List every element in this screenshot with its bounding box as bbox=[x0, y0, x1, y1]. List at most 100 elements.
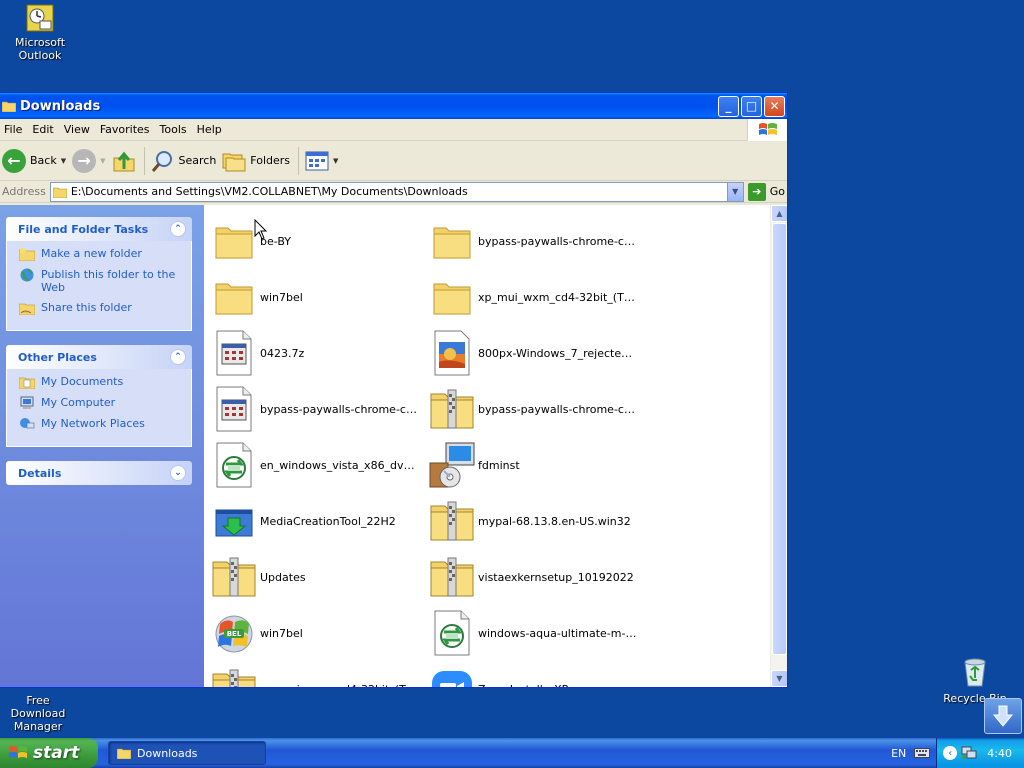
show-hidden-icons-button[interactable]: ‹ bbox=[943, 746, 958, 760]
network-places-icon bbox=[20, 418, 35, 429]
address-dropdown-button[interactable]: ▼ bbox=[726, 182, 743, 201]
dropdown-arrow-icon[interactable]: ▼ bbox=[61, 157, 66, 165]
desktop-icon-fdm[interactable]: Free Download Manager bbox=[0, 694, 78, 733]
menu-edit[interactable]: Edit bbox=[28, 123, 59, 136]
menu-file[interactable]: File bbox=[0, 123, 28, 136]
desktop-icon-outlook[interactable]: Microsoft Outlook bbox=[0, 4, 80, 62]
language-indicator[interactable]: EN bbox=[891, 747, 906, 760]
back-button[interactable]: ← Back ▼ bbox=[2, 148, 66, 173]
expand-chevron-icon[interactable]: ⌄ bbox=[170, 465, 186, 481]
close-button[interactable]: ✕ bbox=[764, 95, 785, 117]
folder-icon bbox=[428, 273, 476, 321]
folder-icon bbox=[117, 748, 131, 759]
views-icon bbox=[305, 151, 329, 170]
file-item[interactable]: xp_mui_wxm_cd4-32bit_(TR-... bbox=[428, 269, 646, 325]
panel-header[interactable]: Other Places ⌃ bbox=[6, 345, 192, 369]
go-label: Go bbox=[769, 185, 785, 198]
file-grid: be-BY bypass-paywalls-chrome-clea... win7b… bbox=[210, 213, 646, 687]
menu-view[interactable]: View bbox=[60, 123, 96, 136]
file-item[interactable]: BEL win7bel bbox=[210, 605, 428, 661]
win7bel-app-icon: BEL bbox=[210, 609, 258, 657]
link-label: My Documents bbox=[41, 375, 124, 388]
archive-file-icon bbox=[210, 329, 258, 377]
svg-text:BEL: BEL bbox=[227, 630, 242, 638]
share-folder-link[interactable]: Share this folder bbox=[19, 301, 181, 315]
details-panel: Details ⌄ bbox=[6, 461, 192, 485]
file-list-area[interactable]: be-BY bypass-paywalls-chrome-clea... win7b… bbox=[204, 205, 787, 687]
folder-icon bbox=[2, 101, 16, 112]
forward-button[interactable]: → ▼ bbox=[72, 148, 106, 173]
make-new-folder-link[interactable]: Make a new folder bbox=[19, 247, 181, 261]
mouse-cursor-icon bbox=[254, 219, 268, 240]
file-name: bypass-paywalls-chrome-clea... bbox=[478, 234, 638, 248]
file-item[interactable]: fdminst bbox=[428, 437, 646, 493]
collapse-chevron-icon[interactable]: ⌃ bbox=[170, 349, 186, 365]
file-item[interactable]: win7bel bbox=[210, 269, 428, 325]
file-item[interactable]: 800px-Windows_7_rejected_... bbox=[428, 325, 646, 381]
file-item[interactable]: en_windows_vista_x86_dvd_... bbox=[210, 437, 428, 493]
file-item[interactable]: vistaexkernsetup_10192022 bbox=[428, 549, 646, 605]
file-name: 0423.7z bbox=[260, 346, 305, 360]
system-tray: EN ‹ 4:40 bbox=[891, 738, 1024, 768]
link-label: Publish this folder to the Web bbox=[41, 268, 176, 294]
panel-header[interactable]: Details ⌄ bbox=[6, 461, 192, 485]
clock[interactable]: 4:40 bbox=[987, 747, 1012, 760]
vertical-scrollbar[interactable]: ▲ ▼ bbox=[770, 205, 787, 687]
image-file-icon bbox=[428, 329, 476, 377]
share-folder-icon bbox=[19, 303, 35, 315]
dropdown-arrow-icon[interactable]: ▼ bbox=[333, 157, 338, 165]
panel-header[interactable]: File and Folder Tasks ⌃ bbox=[6, 217, 192, 241]
taskbar-item-downloads[interactable]: Downloads bbox=[108, 741, 266, 765]
scroll-thumb[interactable] bbox=[772, 223, 787, 655]
file-name: ZoomInstallerXP bbox=[478, 683, 568, 688]
up-folder-button[interactable] bbox=[112, 149, 136, 173]
standard-toolbar: ← Back ▼ → ▼ Search Folders ▼ bbox=[0, 141, 787, 181]
publish-folder-link[interactable]: Publish this folder to the Web bbox=[19, 268, 181, 294]
views-button[interactable]: ▼ bbox=[305, 151, 338, 171]
minimize-button[interactable]: _ bbox=[718, 95, 739, 117]
go-button[interactable]: ➔ Go bbox=[747, 182, 785, 201]
file-item[interactable]: windows-aqua-ultimate-m-5-2... bbox=[428, 605, 646, 661]
panel-title: File and Folder Tasks bbox=[18, 222, 149, 236]
my-documents-link[interactable]: My Documents bbox=[19, 375, 181, 389]
folders-button[interactable]: Folders bbox=[222, 150, 290, 172]
file-item[interactable]: be-BY bbox=[210, 213, 428, 269]
keyboard-icon[interactable] bbox=[914, 748, 931, 758]
scroll-down-button[interactable]: ▼ bbox=[771, 670, 787, 687]
toolbar-separator bbox=[298, 146, 300, 175]
disc-image-icon bbox=[428, 609, 476, 657]
start-button[interactable]: start bbox=[0, 738, 98, 768]
go-arrow-icon: ➔ bbox=[747, 182, 766, 201]
panel-body: My Documents My Computer My Network Plac… bbox=[6, 369, 192, 447]
file-name: bypass-paywalls-chrome-clea... bbox=[478, 402, 638, 416]
network-icon[interactable] bbox=[961, 746, 977, 760]
collapse-chevron-icon[interactable]: ⌃ bbox=[170, 221, 186, 237]
file-item[interactable]: Updates bbox=[210, 549, 428, 605]
my-computer-link[interactable]: My Computer bbox=[19, 396, 181, 410]
download-arrow-icon[interactable] bbox=[984, 698, 1022, 734]
recycle-bin-icon bbox=[964, 658, 986, 687]
taskbar: start Downloads EN ‹ 4:40 bbox=[0, 738, 1024, 768]
address-input[interactable]: E:\Documents and Settings\VM2.COLLABNET\… bbox=[49, 181, 744, 202]
file-item[interactable]: bypass-paywalls-chrome-clea... bbox=[428, 381, 646, 437]
dropdown-arrow-icon[interactable]: ▼ bbox=[100, 157, 105, 165]
window-titlebar[interactable]: Downloads _ □ ✕ bbox=[0, 93, 787, 119]
menu-favorites[interactable]: Favorites bbox=[96, 123, 156, 136]
search-button[interactable]: Search bbox=[151, 149, 216, 173]
file-item[interactable]: bypass-paywalls-chrome-clea... bbox=[210, 381, 428, 437]
file-item[interactable]: MediaCreationTool_22H2 bbox=[210, 493, 428, 549]
file-item[interactable]: mypal-68.13.8.en-US.win32 bbox=[428, 493, 646, 549]
explorer-window[interactable]: Downloads _ □ ✕ File Edit View Favorites… bbox=[0, 92, 788, 688]
file-item[interactable]: xp_mui_wxm_cd4-32bit_(TR-... bbox=[210, 661, 428, 687]
my-network-places-link[interactable]: My Network Places bbox=[19, 417, 181, 431]
file-item[interactable]: ZoomInstallerXP bbox=[428, 661, 646, 687]
file-item[interactable]: bypass-paywalls-chrome-clea... bbox=[428, 213, 646, 269]
menu-help[interactable]: Help bbox=[193, 123, 228, 136]
maximize-button[interactable]: □ bbox=[741, 95, 762, 117]
scroll-up-button[interactable]: ▲ bbox=[771, 205, 787, 222]
zoom-icon bbox=[428, 665, 476, 687]
menu-tools[interactable]: Tools bbox=[156, 123, 193, 136]
file-item[interactable]: 0423.7z bbox=[210, 325, 428, 381]
back-label: Back bbox=[30, 154, 57, 167]
windows-logo-icon bbox=[747, 119, 787, 141]
